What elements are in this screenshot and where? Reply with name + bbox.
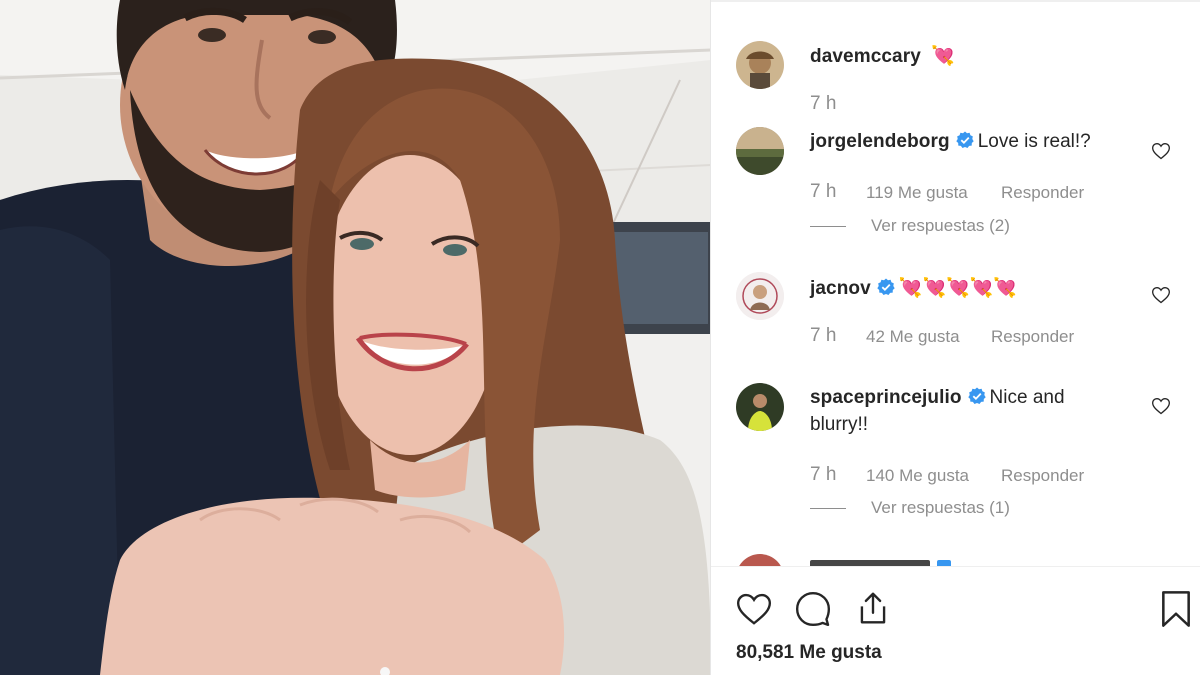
comment-icon[interactable] (794, 590, 832, 628)
author-username[interactable]: davemccary (810, 46, 921, 67)
actions-divider (711, 566, 1200, 567)
verified-badge-icon (967, 387, 986, 405)
comment-text: Love is real!? (977, 131, 1091, 152)
comment-like-heart-icon[interactable] (1151, 285, 1171, 305)
view-replies-button[interactable]: Ver respuestas (1) (871, 498, 1010, 518)
heart-icon[interactable] (735, 590, 773, 628)
author-avatar[interactable] (736, 41, 784, 89)
comments-panel: davemccary 💘 7 h jorgelendeborg Love is r… (711, 0, 1200, 675)
comment-likes[interactable]: 140 Me gusta (866, 466, 969, 486)
comment-time[interactable]: 7 h (810, 325, 836, 347)
verified-badge-icon (956, 131, 974, 149)
couple-photo-illustration (0, 0, 711, 675)
comment-avatar-jorgelendeborg[interactable] (736, 127, 784, 175)
verified-badge-icon (877, 278, 895, 296)
comment-likes[interactable]: 42 Me gusta (866, 327, 960, 347)
comment-like-heart-icon[interactable] (1151, 141, 1171, 161)
comment-time[interactable]: 7 h (810, 181, 836, 203)
bookmark-icon[interactable] (1160, 590, 1192, 628)
comment-text: Nice and (989, 387, 1065, 408)
comment-avatar-cutoff[interactable] (736, 554, 784, 566)
share-icon[interactable] (854, 589, 892, 627)
view-replies-button[interactable]: Ver respuestas (2) (871, 216, 1010, 236)
comment-avatar-spaceprincejulio[interactable] (736, 383, 784, 431)
comment-username[interactable]: jorgelendeborg (810, 131, 950, 152)
comments-scroll-area[interactable]: davemccary 💘 7 h jorgelendeborg Love is r… (711, 0, 1200, 566)
post-photo[interactable] (0, 0, 711, 675)
comment-text-continued: blurry!! (810, 414, 869, 435)
replies-line (810, 226, 846, 227)
comment-like-heart-icon[interactable] (1151, 396, 1171, 416)
reply-button[interactable]: Responder (991, 327, 1074, 347)
comment-username[interactable]: spaceprincejulio (810, 387, 962, 408)
comment-avatar-jacnov[interactable] (736, 272, 784, 320)
replies-line (810, 508, 846, 509)
comment-username[interactable]: jacnov (810, 278, 871, 299)
caption-time[interactable]: 7 h (810, 93, 836, 115)
caption-text: 💘 (931, 46, 955, 67)
reply-button[interactable]: Responder (1001, 466, 1084, 486)
comment-likes[interactable]: 119 Me gusta (866, 183, 968, 203)
comment-text: 💘💘💘💘💘 (898, 278, 1018, 299)
post-likes-count[interactable]: 80,581 Me gusta (736, 642, 882, 664)
reply-button[interactable]: Responder (1001, 183, 1084, 203)
comment-time[interactable]: 7 h (810, 464, 836, 486)
